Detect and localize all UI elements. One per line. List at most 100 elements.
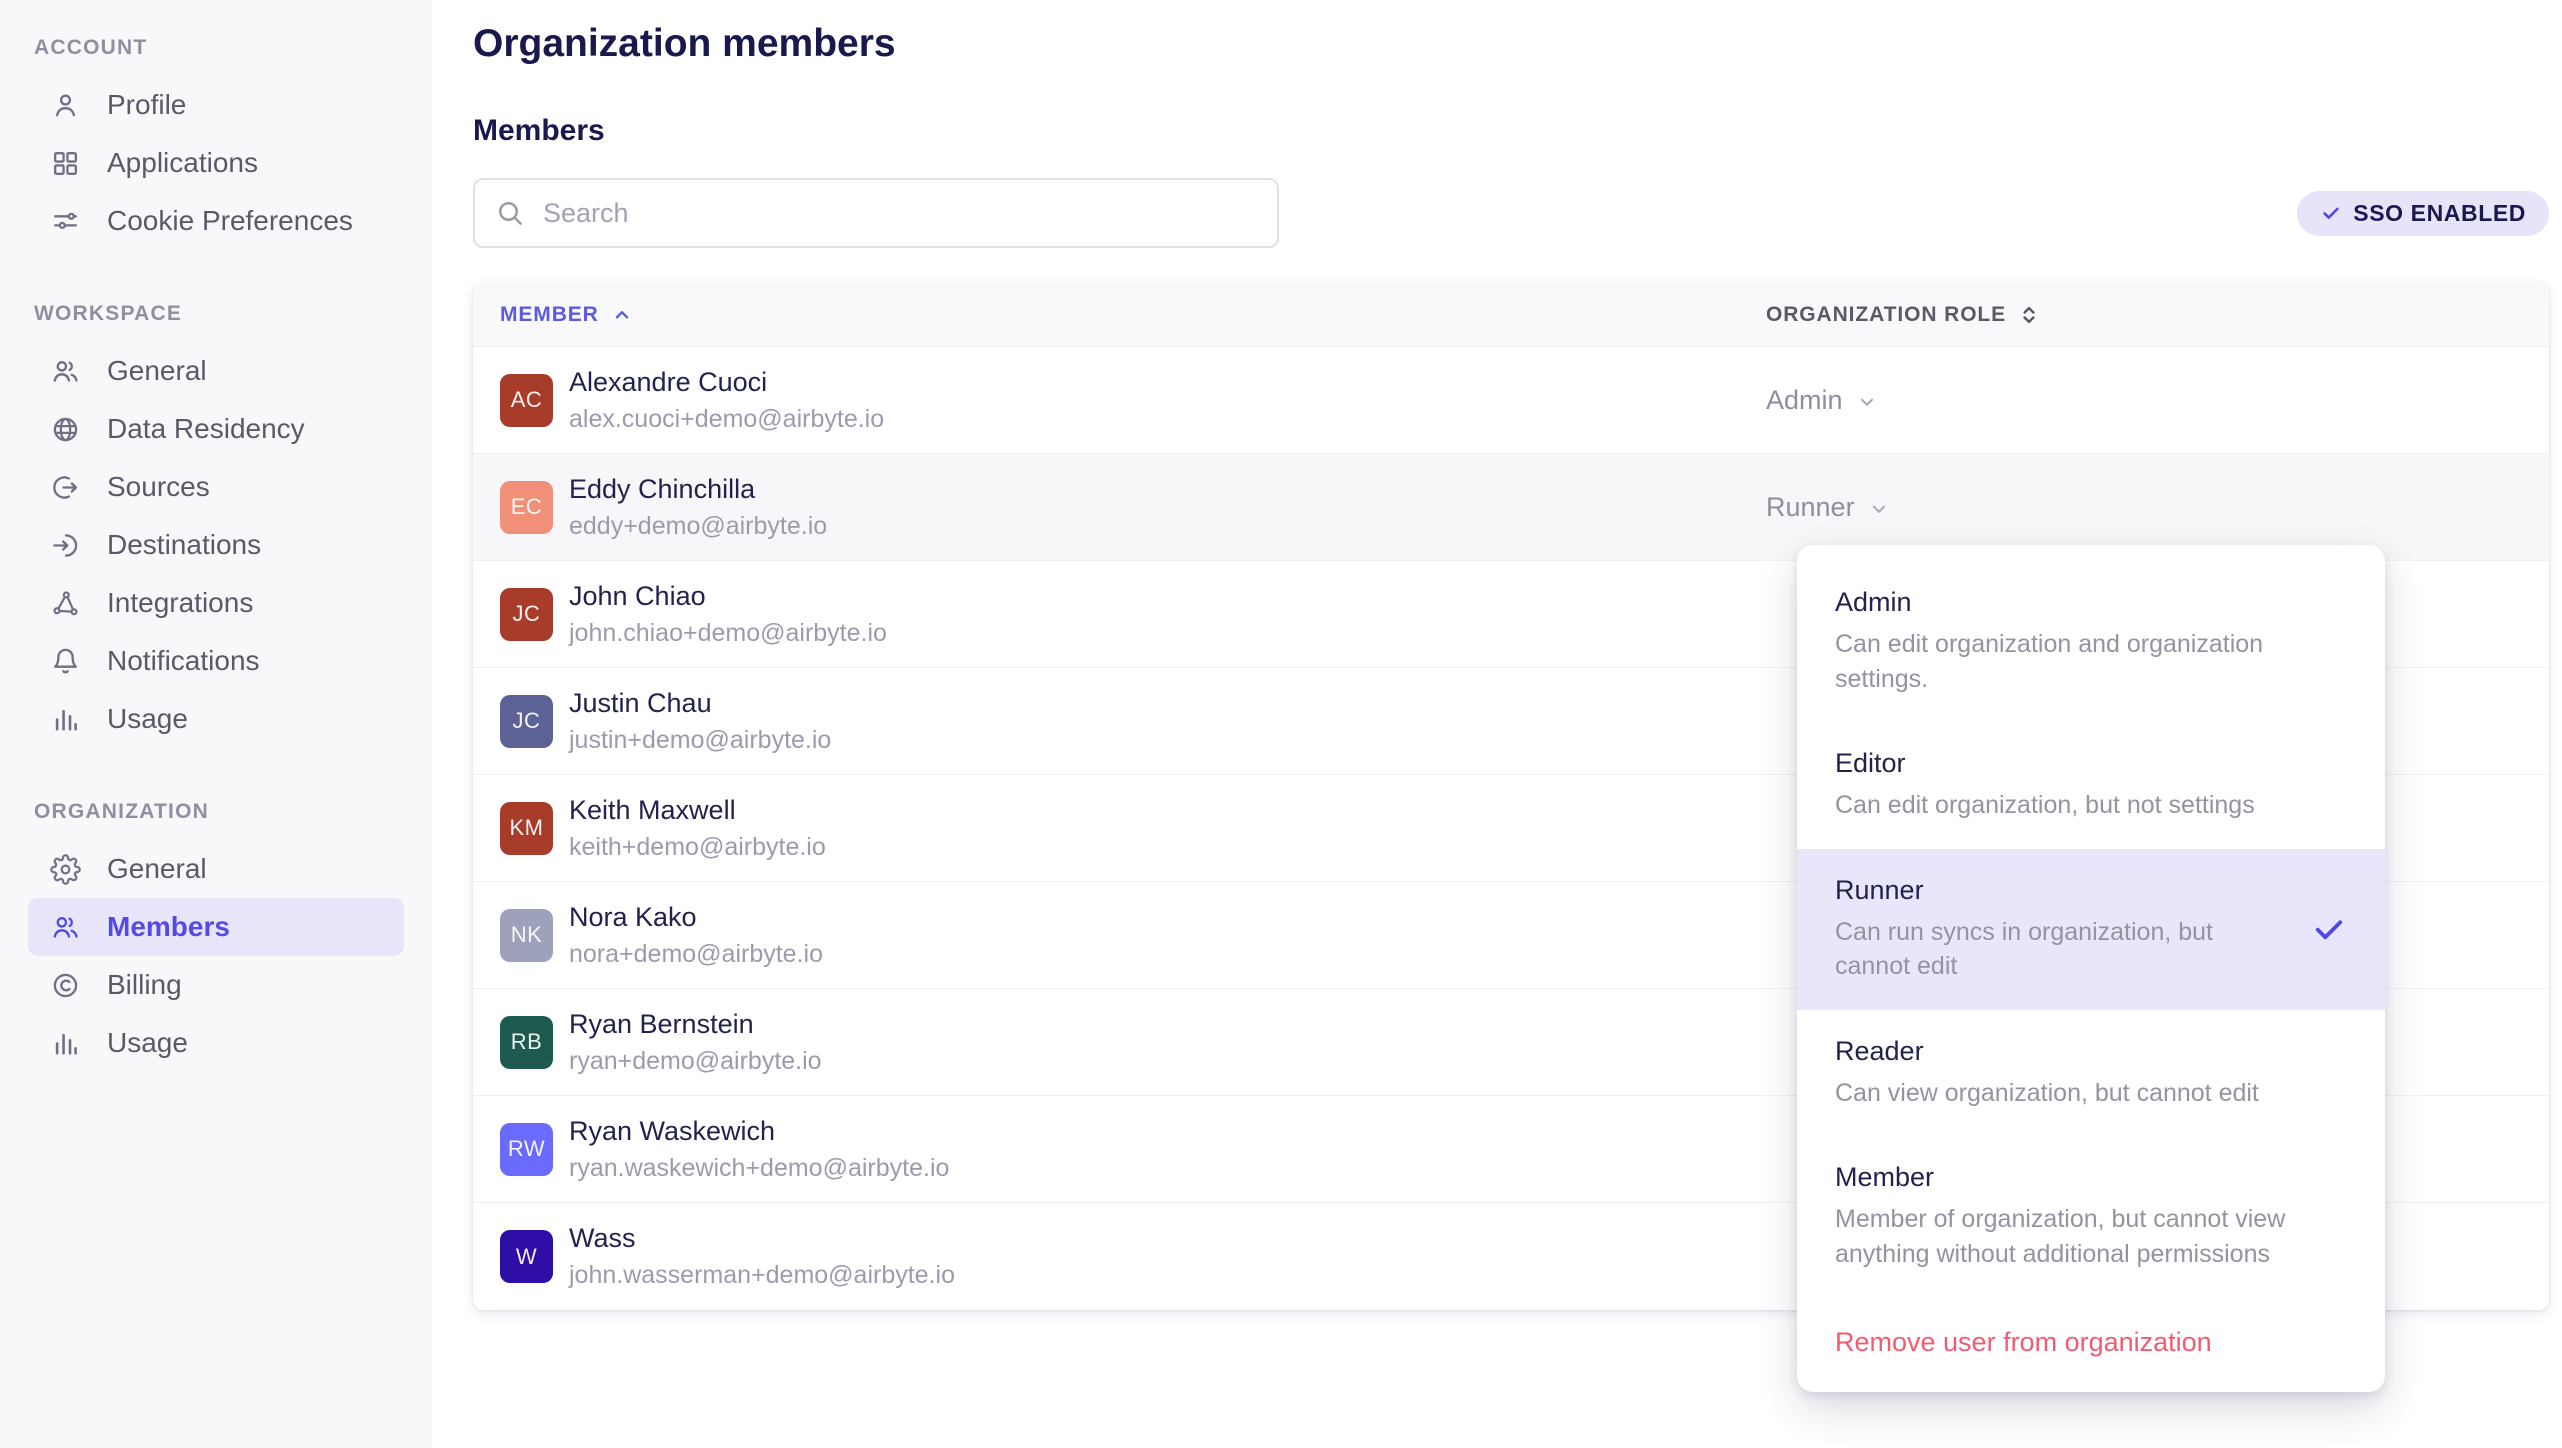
member-cell: W Wass john.wasserman+demo@airbyte.io: [500, 1223, 1766, 1290]
section-label-account: ACCOUNT: [34, 36, 404, 60]
remove-user-action[interactable]: Remove user from organization: [1797, 1297, 2385, 1370]
users-icon: [50, 356, 81, 387]
sidebar-item-sources[interactable]: Sources: [28, 458, 404, 516]
role-option-description: Can edit organization, but not settings: [1835, 788, 2347, 823]
sidebar-item-label: Usage: [107, 1027, 188, 1059]
sidebar-item-label: Applications: [107, 147, 258, 179]
sidebar-item-organization-usage[interactable]: Usage: [28, 1014, 404, 1072]
sidebar-section-workspace: WORKSPACE General Data Residency Sources…: [28, 302, 404, 748]
avatar: RB: [500, 1016, 553, 1069]
search-input[interactable]: [543, 198, 1257, 229]
sidebar-item-applications[interactable]: Applications: [28, 134, 404, 192]
role-option-member[interactable]: Member Member of organization, but canno…: [1797, 1136, 2385, 1297]
sidebar-item-label: Profile: [107, 89, 186, 121]
role-option-reader[interactable]: Reader Can view organization, but cannot…: [1797, 1010, 2385, 1137]
chevron-down-icon: [1856, 391, 1878, 413]
member-name: Eddy Chinchilla: [569, 474, 827, 505]
column-label: ORGANIZATION ROLE: [1766, 303, 2006, 327]
sidebar-item-workspace-usage[interactable]: Usage: [28, 690, 404, 748]
member-cell: RB Ryan Bernstein ryan+demo@airbyte.io: [500, 1009, 1766, 1076]
table-header: MEMBER ORGANIZATION ROLE: [473, 283, 2549, 347]
source-arrow-icon: [50, 472, 81, 503]
avatar: NK: [500, 909, 553, 962]
sidebar-item-label: Cookie Preferences: [107, 205, 353, 237]
selected-check-icon: [2311, 911, 2347, 947]
users-icon: [50, 912, 81, 943]
avatar: AC: [500, 374, 553, 427]
member-email: ryan+demo@airbyte.io: [569, 1047, 822, 1076]
nodes-icon: [50, 588, 81, 619]
role-option-label: Admin: [1835, 587, 2347, 618]
role-option-label: Runner: [1835, 875, 2295, 906]
role-option-description: Can run syncs in organization, but canno…: [1835, 915, 2245, 984]
bar-chart-icon: [50, 704, 81, 735]
sidebar-item-destinations[interactable]: Destinations: [28, 516, 404, 574]
sidebar-item-cookie-preferences[interactable]: Cookie Preferences: [28, 192, 404, 250]
member-email: john.wasserman+demo@airbyte.io: [569, 1261, 955, 1290]
role-option-description: Can view organization, but cannot edit: [1835, 1076, 2347, 1111]
chevron-down-icon: [1868, 498, 1890, 520]
avatar: JC: [500, 588, 553, 641]
role-option-description: Can edit organization and organization s…: [1835, 627, 2315, 696]
sidebar-item-integrations[interactable]: Integrations: [28, 574, 404, 632]
column-header-organization-role[interactable]: ORGANIZATION ROLE: [1766, 303, 2522, 327]
user-icon: [50, 90, 81, 121]
role-select[interactable]: Admin: [1766, 385, 2522, 416]
sidebar-item-notifications[interactable]: Notifications: [28, 632, 404, 690]
member-name: Ryan Waskewich: [569, 1116, 949, 1147]
sidebar-item-label: Usage: [107, 703, 188, 735]
globe-icon: [50, 414, 81, 445]
avatar: W: [500, 1230, 553, 1283]
sidebar-item-profile[interactable]: Profile: [28, 76, 404, 134]
role-select-open[interactable]: Runner: [1766, 492, 2522, 523]
member-name: Keith Maxwell: [569, 795, 826, 826]
section-label-organization: ORGANIZATION: [34, 800, 404, 824]
coin-icon: [50, 970, 81, 1001]
section-label-workspace: WORKSPACE: [34, 302, 404, 326]
role-option-label: Editor: [1835, 748, 2347, 779]
sidebar-item-billing[interactable]: Billing: [28, 956, 404, 1014]
settings-sidebar: ACCOUNT Profile Applications Cookie Pref…: [0, 0, 432, 1448]
sidebar-section-account: ACCOUNT Profile Applications Cookie Pref…: [28, 36, 404, 250]
sort-both-icon: [2018, 304, 2040, 326]
role-dropdown-menu: Admin Can edit organization and organiza…: [1797, 545, 2385, 1392]
check-icon: [2320, 202, 2342, 224]
member-email: ryan.waskewich+demo@airbyte.io: [569, 1154, 949, 1183]
role-option-label: Member: [1835, 1162, 2347, 1193]
search-icon: [495, 198, 525, 228]
member-cell: NK Nora Kako nora+demo@airbyte.io: [500, 902, 1766, 969]
sidebar-item-members[interactable]: Members: [28, 898, 404, 956]
member-name: Justin Chau: [569, 688, 831, 719]
sidebar-item-label: Data Residency: [107, 413, 305, 445]
avatar: RW: [500, 1123, 553, 1176]
role-option-description: Member of organization, but cannot view …: [1835, 1202, 2313, 1271]
avatar: KM: [500, 802, 553, 855]
member-cell: KM Keith Maxwell keith+demo@airbyte.io: [500, 795, 1766, 862]
sidebar-item-data-residency[interactable]: Data Residency: [28, 400, 404, 458]
sidebar-item-organization-general[interactable]: General: [28, 840, 404, 898]
sidebar-item-label: Destinations: [107, 529, 261, 561]
sidebar-item-label: Members: [107, 911, 230, 943]
avatar: EC: [500, 481, 553, 534]
sidebar-item-workspace-general[interactable]: General: [28, 342, 404, 400]
role-option-runner-selected[interactable]: Runner Can run syncs in organization, bu…: [1797, 849, 2385, 1010]
member-email: keith+demo@airbyte.io: [569, 833, 826, 862]
gear-icon: [50, 854, 81, 885]
avatar: JC: [500, 695, 553, 748]
table-row: AC Alexandre Cuoci alex.cuoci+demo@airby…: [473, 347, 2549, 454]
member-cell: JC John Chiao john.chiao+demo@airbyte.io: [500, 581, 1766, 648]
member-name: Ryan Bernstein: [569, 1009, 822, 1040]
sliders-icon: [50, 206, 81, 237]
search-row: SSO ENABLED: [473, 178, 2549, 248]
sort-asc-icon: [611, 304, 633, 326]
member-name: Nora Kako: [569, 902, 823, 933]
column-header-member[interactable]: MEMBER: [500, 303, 1766, 327]
role-option-admin[interactable]: Admin Can edit organization and organiza…: [1797, 561, 2385, 722]
sidebar-item-label: Sources: [107, 471, 210, 503]
member-cell: JC Justin Chau justin+demo@airbyte.io: [500, 688, 1766, 755]
member-cell: EC Eddy Chinchilla eddy+demo@airbyte.io: [500, 474, 1766, 541]
sidebar-item-label: Notifications: [107, 645, 260, 677]
role-option-editor[interactable]: Editor Can edit organization, but not se…: [1797, 722, 2385, 849]
search-box[interactable]: [473, 178, 1279, 248]
grid-icon: [50, 148, 81, 179]
